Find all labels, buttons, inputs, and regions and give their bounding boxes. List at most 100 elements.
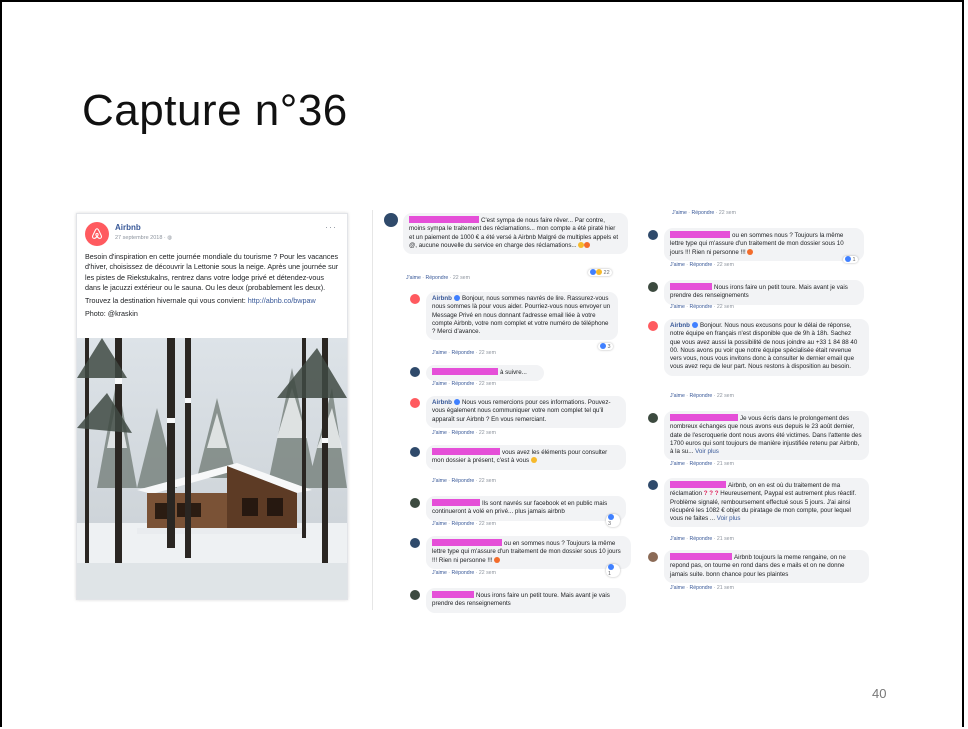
reply-link[interactable]: Répondre [689,536,712,542]
avatar[interactable] [648,413,658,423]
reply-link[interactable]: Répondre [689,304,712,310]
comment-time: 22 sem [716,262,734,268]
reply-link[interactable]: Répondre [689,585,712,591]
see-more-link[interactable]: Voir plus [695,448,719,455]
reaction-count[interactable]: 3 [598,343,613,350]
reply-link[interactable]: Répondre [691,210,714,216]
avatar[interactable] [410,538,420,548]
like-link[interactable]: J'aime [670,262,685,268]
like-icon [608,564,614,570]
like-link[interactable]: J'aime [670,585,685,591]
reaction-count[interactable]: 22 [588,269,612,276]
commenter-name[interactable]: Airbnb [432,399,452,406]
comment-time: 21 sem [716,585,734,591]
verified-badge-icon [453,295,460,301]
avatar[interactable] [648,552,658,562]
avatar[interactable] [384,213,398,227]
comment-actions: J'aime · Répondre · 22 sem [670,393,734,399]
like-link[interactable]: J'aime [432,381,447,387]
reply-link[interactable]: Répondre [451,381,474,387]
like-link[interactable]: J'aime [406,275,421,281]
snowy-cabin-photo[interactable] [77,338,347,599]
reaction-count[interactable]: 1 [606,564,620,577]
like-link[interactable]: J'aime [432,350,447,356]
redacted-name [432,591,474,598]
reply-link[interactable]: Répondre [451,350,474,356]
reply-link[interactable]: Répondre [689,393,712,399]
avatar[interactable] [410,590,420,600]
like-link[interactable]: J'aime [432,570,447,576]
comment-bubble: ou en sommes nous ? Toujours la même let… [426,536,631,569]
comment-item: J'aime · Répondre · 22 sem [650,210,870,220]
emoji-icon [584,241,591,248]
like-link[interactable]: J'aime [432,430,447,436]
comment-time: 22 sem [478,430,496,436]
post-header: Airbnb 27 septembre 2018 · ◍ ··· [85,222,339,252]
redacted-name [432,539,502,546]
like-link[interactable]: J'aime [670,304,685,310]
like-icon [845,256,851,262]
commenter-name[interactable]: Airbnb [670,322,690,329]
comment-bubble: Airbnb, on en est où du traitement de ma… [664,478,869,528]
comment-item: Airbnb Bonjour, nous sommes navrés de lir… [410,292,620,362]
comment-text: à suivre... [500,369,527,376]
reply-link[interactable]: Répondre [451,521,474,527]
airbnb-avatar[interactable] [410,398,420,408]
post-link[interactable]: http://abnb.co/bwpaw [248,296,316,305]
reply-link[interactable]: Répondre [689,461,712,467]
avatar[interactable] [410,498,420,508]
like-link[interactable]: J'aime [670,393,685,399]
airbnb-avatar[interactable] [648,321,658,331]
comment-item: ou en sommes nous ? Toujours la même let… [648,228,864,274]
comment-bubble: Nous irons faire un petit toure. Mais av… [664,280,864,305]
comment-bubble: Je vous écris dans le prolongement des n… [664,411,869,461]
comment-actions: J'aime · Répondre · 22 sem [670,262,734,268]
question-marks: ? ? ? [703,490,719,498]
like-link[interactable]: J'aime [670,536,685,542]
globe-icon: ◍ [167,235,173,241]
comment-actions: J'aime · Répondre · 22 sem [432,478,496,484]
comment-time: 22 sem [478,521,496,527]
emoji-icon [596,269,602,275]
like-link[interactable]: J'aime [432,478,447,484]
comment-text: Bonjour, nous sommes navrés de lire. Ras… [432,295,611,336]
airbnb-logo-icon[interactable] [85,222,109,246]
avatar[interactable] [410,447,420,457]
post-paragraph: Trouvez la destination hivernale qui vou… [85,296,316,306]
verified-badge-icon [691,322,698,328]
reply-link[interactable]: Répondre [425,275,448,281]
see-more-link[interactable]: Voir plus [717,515,741,522]
comment-actions: J'aime · Répondre · 22 sem [406,275,470,281]
avatar[interactable] [648,230,658,240]
redacted-name [432,448,500,455]
reply-link[interactable]: Répondre [451,570,474,576]
facebook-post: Airbnb 27 septembre 2018 · ◍ ··· Besoin … [76,213,348,600]
verified-badge-icon [453,399,460,405]
reply-link[interactable]: Répondre [689,262,712,268]
redacted-name [670,283,712,290]
reaction-count[interactable]: 3 [606,514,620,527]
comment-item: Nous irons faire un petit toure. Mais av… [648,280,864,312]
reply-link[interactable]: Répondre [451,430,474,436]
airbnb-avatar[interactable] [410,294,420,304]
avatar[interactable] [648,480,658,490]
more-options-icon[interactable]: ··· [325,222,337,232]
reaction-count[interactable]: 1 [843,256,858,263]
comment-bubble: vous avez les éléments pour consulter mo… [426,445,626,470]
like-link[interactable]: J'aime [432,521,447,527]
comment-time: 22 sem [718,210,736,216]
redacted-name [670,231,730,238]
comment-bubble: Airbnb Bonjour. Nous nous excusons pour l… [664,319,869,376]
comment-bubble: à suivre... [426,365,544,382]
reply-link[interactable]: Répondre [451,478,474,484]
comment-text: Bonjour. Nous nous excusons pour le déla… [670,322,858,371]
comment-time: 22 sem [452,275,470,281]
like-link[interactable]: J'aime [672,210,687,216]
like-link[interactable]: J'aime [670,461,685,467]
avatar[interactable] [410,367,420,377]
avatar[interactable] [648,282,658,292]
post-author[interactable]: Airbnb [115,223,141,232]
commenter-name[interactable]: Airbnb [432,295,452,302]
comment-actions: J'aime · Répondre · 22 sem [432,521,496,527]
comment-item: Nous irons faire un petit toure. Mais av… [410,588,626,613]
